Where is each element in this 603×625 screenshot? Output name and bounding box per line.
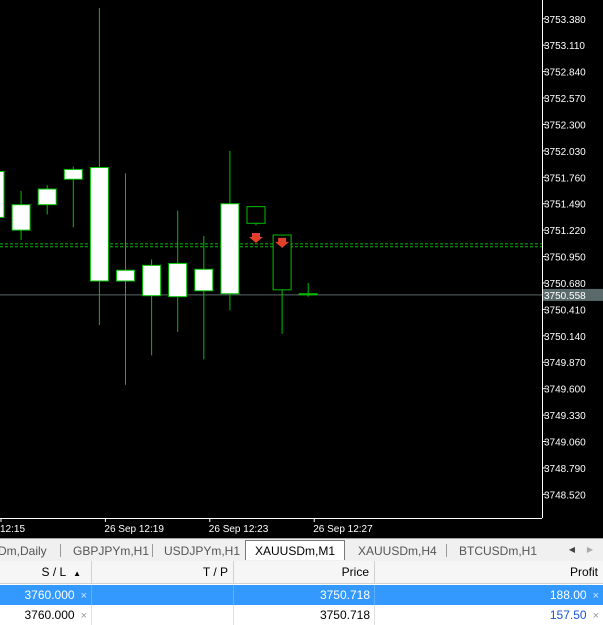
price-tick-label: 3751.760: [544, 173, 586, 184]
price-value: 3750.718: [234, 585, 375, 605]
price-tick-label: 3750.140: [544, 332, 586, 343]
candle-bull: [220, 203, 240, 295]
price-tick-label: 3752.030: [544, 147, 586, 158]
profit-value: 188.00: [549, 588, 587, 602]
column-header-profit[interactable]: Profit: [375, 561, 603, 584]
price-tick-label: 3752.570: [544, 94, 586, 105]
time-tick-label: 26 Sep 12:23: [209, 524, 269, 535]
price-tick-label: 3753.110: [544, 41, 585, 52]
sl-value: 3760.000: [24, 588, 75, 602]
price-tick-label: 3750.680: [544, 279, 586, 290]
trade-table: S / L ▲ T / P Price Profit 3760.000 × 375…: [0, 561, 603, 625]
candle-bull: [194, 268, 214, 292]
close-icon[interactable]: ×: [81, 586, 87, 606]
trading-terminal: 3753.380 3753.110 3752.840 3752.570 3752.300…: [0, 0, 603, 625]
candle-bull: [142, 264, 162, 297]
tab-chart-2[interactable]: GBPJPYm,H1: [73, 542, 149, 560]
candle-bull: [0, 170, 5, 218]
price-tick-label: 3749.870: [544, 358, 586, 369]
close-icon[interactable]: ×: [593, 586, 599, 606]
price-chart[interactable]: 3753.380 3753.110 3752.840 3752.570 3752.300…: [0, 0, 603, 538]
candle-bull: [89, 167, 109, 282]
price-value: 3750.718: [234, 605, 375, 625]
chart-tab-bar: Dm,Daily GBPJPYm,H1 USDJPYm,H1 XAUUSDm,M…: [0, 538, 603, 561]
chart-canvas[interactable]: 3753.380 3753.110 3752.840 3752.570 3752.300…: [0, 0, 603, 538]
price-tick-label: 3752.300: [544, 120, 586, 131]
price-tick-label: 3749.330: [544, 411, 586, 422]
price-tick-label: 3749.600: [544, 385, 586, 396]
close-icon[interactable]: ×: [593, 606, 599, 625]
time-tick-label: 26 Sep 12:27: [313, 524, 373, 535]
candle-bull: [63, 168, 83, 180]
tab-chart-3[interactable]: USDJPYm,H1: [164, 542, 240, 560]
price-tick-label: 3751.490: [544, 200, 586, 211]
price-tick-label: 3753.380: [544, 15, 586, 26]
tp-value: [92, 605, 234, 625]
column-header-price[interactable]: Price: [234, 561, 375, 584]
tab-chart-6[interactable]: BTCUSDm,H1: [459, 542, 537, 560]
table-row[interactable]: 3760.000 × 3750.718 157.50 ×: [0, 605, 603, 625]
sl-value: 3760.000: [24, 608, 75, 622]
profit-value: 157.50: [549, 608, 587, 622]
tab-chart-4-active[interactable]: XAUUSDm,M1: [245, 540, 346, 560]
tab-separator: [60, 544, 61, 557]
candle-bull: [168, 262, 188, 298]
tab-separator: [152, 544, 153, 557]
price-tick-label: 3751.220: [544, 226, 586, 237]
candle-bull: [116, 269, 135, 282]
candle-bull: [11, 204, 31, 231]
tab-chart-5[interactable]: XAUUSDm,H4: [358, 542, 437, 560]
tab-scroll-right-icon[interactable]: ▶: [583, 543, 597, 557]
close-icon[interactable]: ×: [81, 606, 87, 625]
column-header-tp[interactable]: T / P: [92, 561, 234, 584]
sort-ascending-icon: ▲: [73, 569, 81, 578]
tab-separator: [446, 544, 447, 557]
price-tick-label: 3752.840: [544, 68, 586, 79]
price-tick-label: 3750.950: [544, 253, 586, 264]
column-header-sl-label: S / L: [41, 565, 66, 579]
column-header-sl[interactable]: S / L ▲: [0, 561, 92, 584]
time-tick-label: 12:15: [0, 524, 25, 535]
candle-bear: [298, 293, 318, 296]
sell-arrow-icon: [249, 232, 263, 243]
candle-bear: [246, 206, 266, 224]
tab-chart-1[interactable]: Dm,Daily: [0, 542, 47, 560]
table-row[interactable]: 3760.000 × 3750.718 188.00 ×: [0, 585, 603, 605]
tp-value: [92, 585, 234, 605]
candle-bull: [37, 188, 57, 206]
price-tick-label: 3748.790: [544, 464, 586, 475]
tab-scroll-left-icon[interactable]: ◀: [565, 543, 579, 557]
price-tick-label: 3750.410: [544, 305, 586, 316]
time-tick-label: 26 Sep 12:19: [104, 524, 164, 535]
price-tick-label: 3749.060: [544, 438, 586, 449]
current-price-label: 3750.558: [544, 291, 586, 302]
price-tick-label: 3748.520: [544, 490, 586, 501]
